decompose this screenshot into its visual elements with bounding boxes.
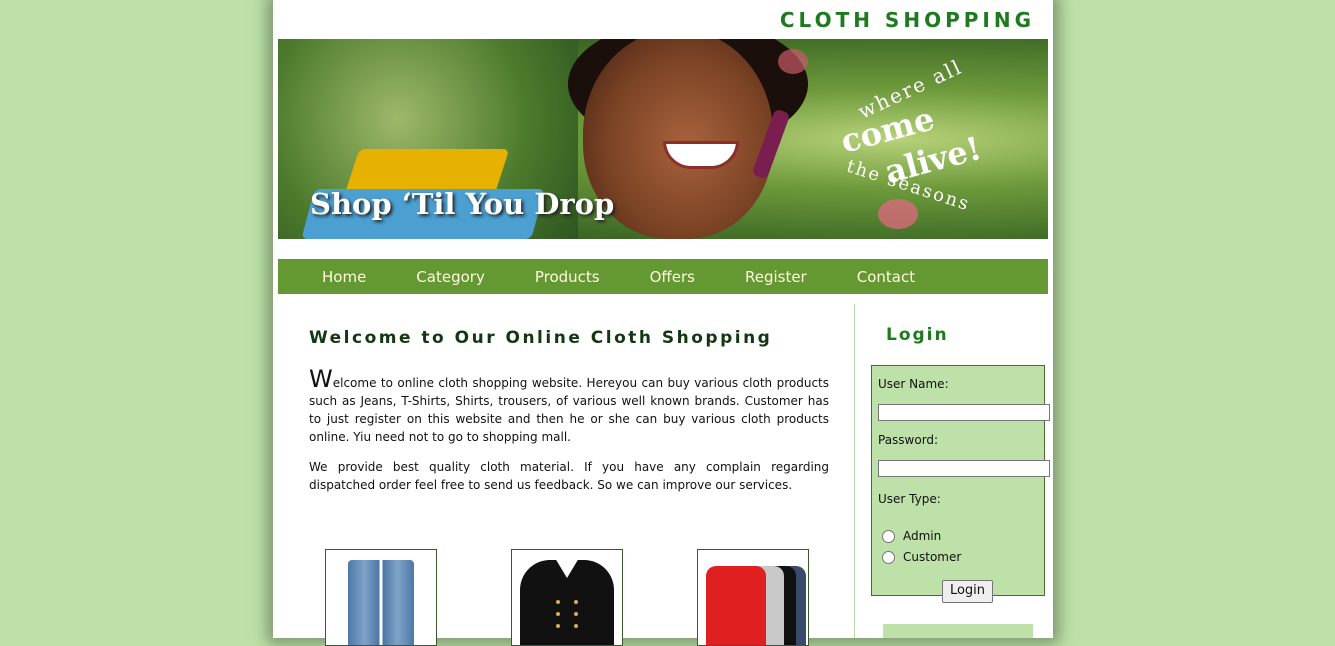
login-form: User Name: Password: User Type: Admin Cu… bbox=[871, 365, 1050, 603]
sidebar-panel bbox=[883, 624, 1033, 638]
username-label: User Name: bbox=[878, 377, 949, 391]
username-input[interactable] bbox=[878, 404, 1050, 421]
welcome-title: Welcome to Our Online Cloth Shopping bbox=[309, 328, 773, 348]
nav-offers[interactable]: Offers bbox=[625, 268, 720, 286]
radio-customer-label: Customer bbox=[903, 550, 962, 564]
product-jacket[interactable] bbox=[511, 549, 623, 646]
banner-slogan: Shop ‘Til You Drop bbox=[310, 187, 615, 221]
tshirts-icon bbox=[706, 566, 766, 645]
password-label: Password: bbox=[878, 433, 939, 447]
main-nav: Home Category Products Offers Register C… bbox=[278, 259, 1048, 294]
nav-contact[interactable]: Contact bbox=[832, 268, 940, 286]
login-button[interactable]: Login bbox=[942, 580, 993, 603]
radio-admin-label: Admin bbox=[903, 529, 942, 543]
login-title: Login bbox=[886, 325, 949, 345]
radio-customer-circle[interactable] bbox=[882, 550, 895, 564]
welcome-paragraph: Welcome to online cloth shopping website… bbox=[309, 367, 829, 446]
password-input[interactable] bbox=[878, 460, 1050, 477]
quality-paragraph: We provide best quality cloth material. … bbox=[309, 460, 829, 492]
nav-products[interactable]: Products bbox=[510, 268, 625, 286]
banner-badge: where all come alive! the seasons bbox=[826, 54, 1026, 217]
page-container: CLOTH SHOPPING Shop ‘Til You Drop where … bbox=[273, 0, 1053, 646]
banner-image: Shop ‘Til You Drop where all come alive!… bbox=[278, 39, 1048, 239]
product-jeans[interactable] bbox=[325, 549, 437, 646]
main-content: Welcome to Our Online Cloth Shopping Wel… bbox=[309, 324, 829, 506]
radio-admin-circle[interactable] bbox=[882, 529, 895, 543]
dropcap: W bbox=[309, 365, 333, 393]
usertype-label: User Type: bbox=[878, 492, 941, 506]
radio-admin[interactable]: Admin bbox=[882, 529, 941, 543]
nav-home[interactable]: Home bbox=[297, 268, 391, 286]
jeans-icon bbox=[348, 560, 414, 645]
nav-category[interactable]: Category bbox=[391, 268, 510, 286]
site-title: CLOTH SHOPPING bbox=[779, 8, 1035, 32]
sidebar-divider bbox=[854, 304, 855, 638]
nav-register[interactable]: Register bbox=[720, 268, 832, 286]
welcome-paragraph-text: elcome to online cloth shopping website.… bbox=[309, 376, 829, 444]
radio-customer[interactable]: Customer bbox=[882, 550, 961, 564]
product-tshirts[interactable] bbox=[697, 549, 809, 646]
